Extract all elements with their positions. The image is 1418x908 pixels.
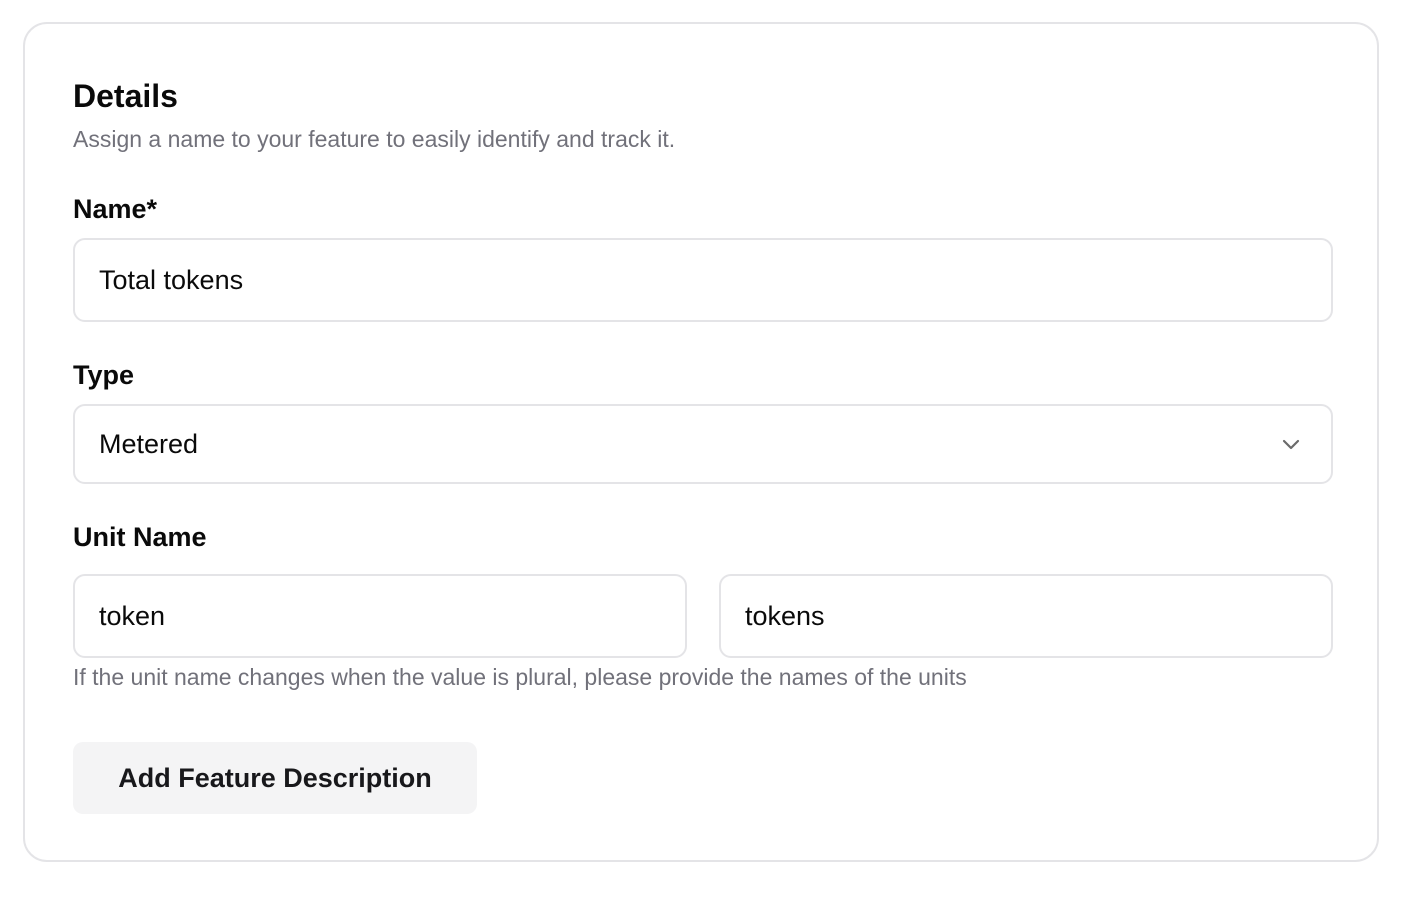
add-feature-description-button[interactable]: Add Feature Description xyxy=(73,742,477,814)
unit-name-label: Unit Name xyxy=(73,522,207,552)
type-select[interactable]: Metered xyxy=(73,404,1333,484)
type-label: Type xyxy=(73,360,135,390)
details-card: Details Assign a name to your feature to… xyxy=(23,22,1379,862)
type-select-value: Metered xyxy=(99,428,199,459)
section-description: Assign a name to your feature to easily … xyxy=(73,126,676,152)
name-input[interactable] xyxy=(73,238,1333,322)
section-title: Details xyxy=(73,78,178,114)
unit-plural-input[interactable] xyxy=(719,574,1333,658)
name-label: Name* xyxy=(73,194,158,224)
unit-helper-text: If the unit name changes when the value … xyxy=(73,664,967,690)
unit-singular-input[interactable] xyxy=(73,574,687,658)
chevron-down-icon xyxy=(1282,439,1300,450)
